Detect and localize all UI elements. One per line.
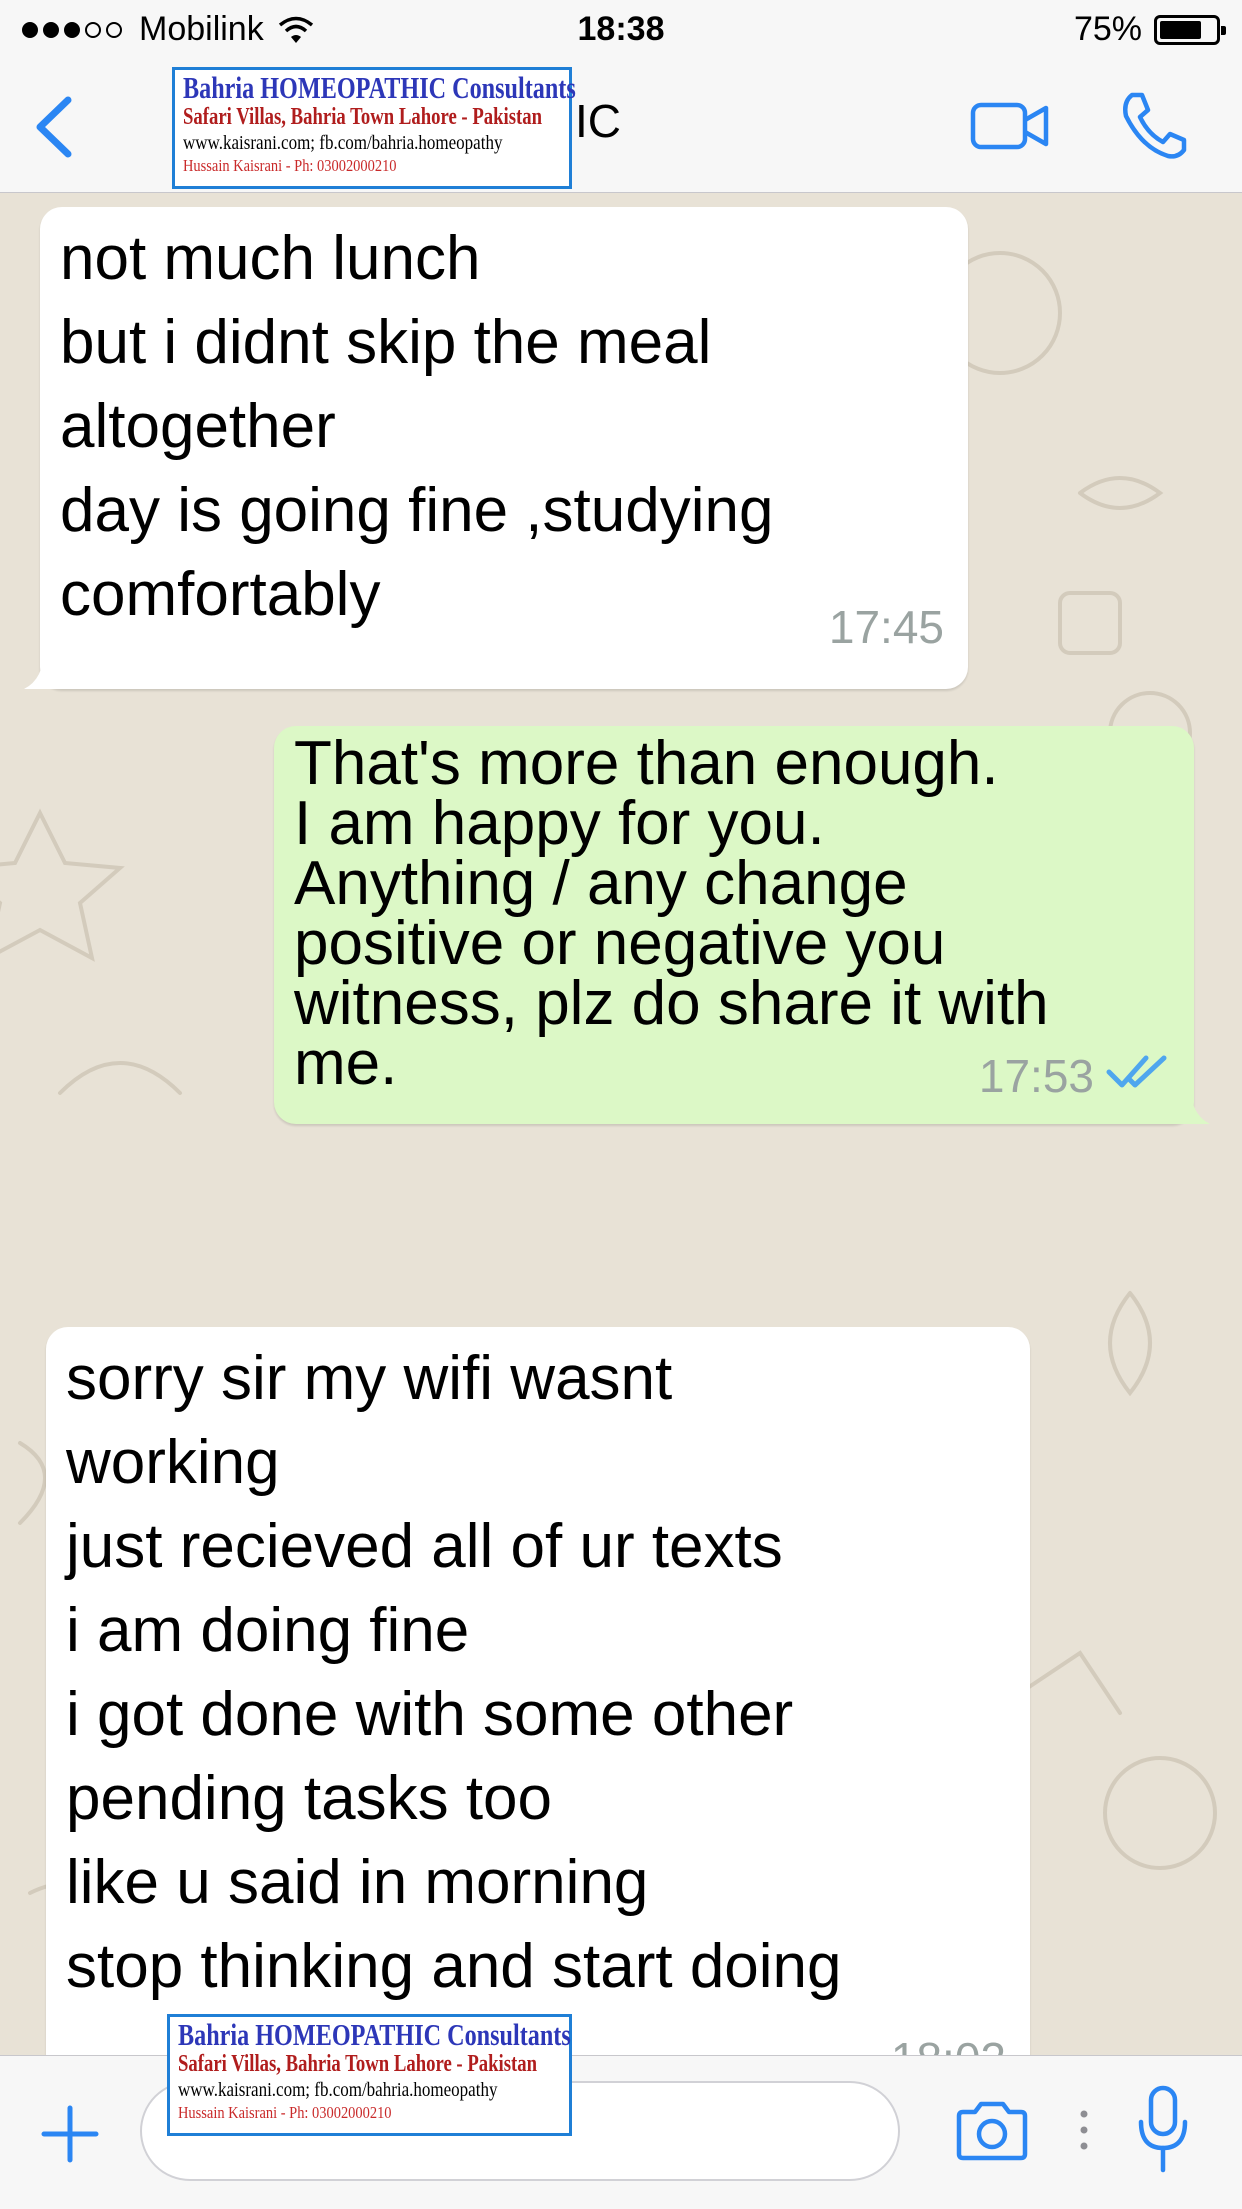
watermark-phone: Hussain Kaisrani - Ph: 03002000210	[183, 156, 397, 175]
watermark-web: www.kaisrani.com; fb.com/bahria.homeopat…	[183, 132, 503, 154]
message-time: 17:53	[978, 1050, 1094, 1102]
message-text: Anything / any change	[294, 849, 908, 918]
message-text: witness, plz do share it with	[294, 969, 1049, 1038]
watermark-subtitle: Safari Villas, Bahria Town Lahore - Paki…	[183, 104, 543, 130]
message-text: comfortably	[60, 560, 381, 629]
watermark-web: www.kaisrani.com; fb.com/bahria.homeopat…	[178, 2079, 498, 2101]
clock: 18:38	[577, 10, 665, 48]
bubble-tail	[1170, 1084, 1210, 1124]
message-text: I am happy for you.	[294, 789, 825, 858]
message-text: positive or negative you	[294, 909, 946, 978]
bubble-tail	[24, 649, 64, 689]
watermark-subtitle: Safari Villas, Bahria Town Lahore - Paki…	[178, 2051, 538, 2077]
message-text: day is going fine ,studying	[60, 476, 774, 545]
camera-icon[interactable]	[955, 2100, 1029, 2167]
message-text: like u said in morning	[66, 1848, 649, 1917]
watermark-title: Bahria HOMEOPATHIC Consultants	[183, 70, 576, 105]
message-list[interactable]: not much lunch but i didnt skip the meal…	[0, 193, 1242, 2055]
read-receipt-icon	[1106, 1046, 1170, 1106]
microphone-icon[interactable]	[1136, 2084, 1190, 2181]
message-text: That's more than enough.	[294, 729, 999, 798]
watermark-title: Bahria HOMEOPATHIC Consultants	[178, 2017, 571, 2052]
battery-icon	[1154, 14, 1226, 45]
plus-icon[interactable]	[40, 2104, 100, 2169]
outgoing-message[interactable]: That's more than enough. I am happy for …	[274, 726, 1210, 1124]
message-text: altogether	[60, 392, 336, 461]
watermark-logo: Bahria HOMEOPATHIC Consultants Safari Vi…	[172, 67, 576, 189]
message-text: not much lunch	[60, 224, 481, 293]
status-bar: Mobilink 18:38 75%	[0, 0, 1242, 62]
more-dots-icon[interactable]	[1078, 2106, 1090, 2161]
message-text: i am doing fine	[66, 1596, 470, 1665]
message-text: working	[66, 1428, 280, 1497]
chevron-left-icon[interactable]	[30, 92, 80, 162]
contact-name[interactable]: IC	[575, 94, 621, 148]
message-time: 18:02	[891, 2017, 1006, 2055]
incoming-message[interactable]: sorry sir my wifi wasnt working just rec…	[46, 1327, 1030, 2055]
message-text: sorry sir my wifi wasnt	[66, 1344, 673, 1413]
watermark-logo: Bahria HOMEOPATHIC Consultants Safari Vi…	[167, 2014, 572, 2136]
message-text: pending tasks too	[66, 1764, 553, 1833]
battery-percent: 75%	[1073, 10, 1142, 48]
watermark-phone: Hussain Kaisrani - Ph: 03002000210	[178, 2103, 392, 2122]
video-camera-icon[interactable]	[970, 100, 1050, 157]
message-text: just recieved all of ur texts	[66, 1512, 783, 1581]
message-text: stop thinking and start doing	[66, 1932, 842, 2001]
message-text: but i didnt skip the meal	[60, 308, 712, 377]
phone-icon[interactable]	[1118, 90, 1188, 167]
incoming-message[interactable]: not much lunch but i didnt skip the meal…	[24, 207, 968, 689]
message-text: i got done with some other	[66, 1680, 794, 1749]
message-time: 17:45	[828, 601, 944, 653]
